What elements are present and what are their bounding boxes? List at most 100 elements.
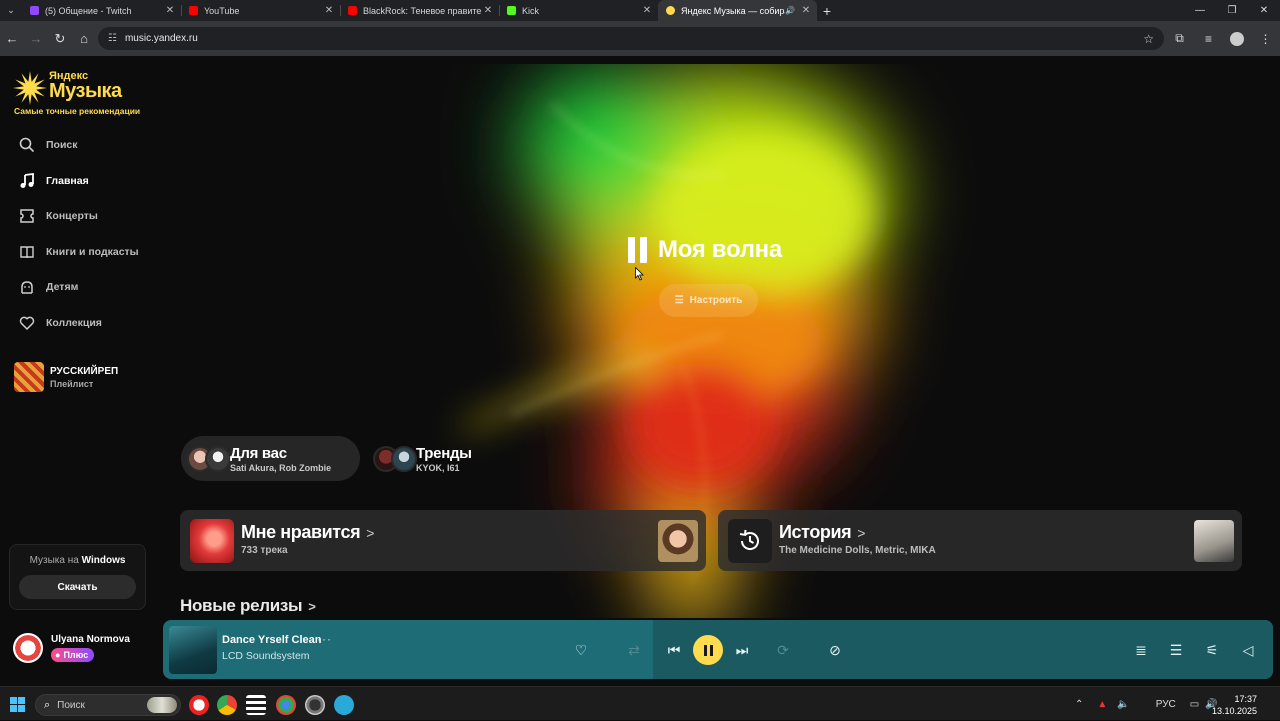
tune-wave-label: Настроить — [689, 295, 743, 306]
minimize-icon[interactable]: — — [1184, 0, 1216, 21]
repeat-icon[interactable]: ⟳ — [772, 639, 794, 661]
my-wave-play-button[interactable]: Моя волна — [628, 236, 782, 264]
tab-yandex-music[interactable]: Яндекс Музыка — собира 🔊 ✕ — [658, 0, 817, 21]
taskbar-clock[interactable]: 17:37 13.10.2025 — [1212, 693, 1257, 717]
tab-blackrock[interactable]: BlackRock: Теневое правитель ✕ — [340, 0, 499, 21]
history-card[interactable]: История > The Medicine Dolls, Metric, MIK… — [718, 510, 1242, 571]
pinned-playlist[interactable]: РУССКИЙРЕП Плейлист — [14, 362, 118, 392]
last-liked-cover — [658, 520, 698, 562]
liked-tracks-card[interactable]: Мне нравится > 733 трека — [180, 510, 706, 571]
avatar[interactable] — [13, 633, 43, 663]
mouse-cursor-icon — [635, 267, 644, 281]
shuffle-icon[interactable]: ⇄ — [623, 639, 645, 661]
taskbar-search-placeholder: Поиск — [57, 699, 85, 711]
track-artist[interactable]: LCD Soundsystem — [222, 650, 310, 662]
tab-close-icon[interactable]: ✕ — [799, 5, 813, 16]
language-indicator[interactable]: РУС — [1156, 699, 1176, 710]
chrome-active-icon[interactable] — [276, 695, 296, 715]
tray-overflow-icon[interactable]: ⌃ — [1075, 699, 1083, 710]
site-settings-icon[interactable]: ☷ — [108, 33, 117, 44]
browser-menu-icon[interactable]: ⋮ — [1251, 32, 1280, 46]
play-pause-button[interactable] — [693, 635, 723, 665]
card-subtitle: The Medicine Dolls, Metric, MIKA — [779, 545, 936, 556]
forward-icon[interactable]: → — [24, 27, 48, 51]
bookmark-star-icon[interactable]: ☆ — [1143, 32, 1154, 46]
chrome-icon[interactable] — [217, 695, 237, 715]
new-releases-heading[interactable]: Новые релизы > — [180, 596, 316, 616]
previous-track-icon[interactable]: ⏮ — [663, 639, 685, 661]
card-title: Мне нравится > — [241, 522, 374, 542]
sidebar-item-kids[interactable]: Детям — [18, 277, 78, 297]
chip-trends[interactable]: Тренды KYOK, I61 — [368, 436, 498, 481]
tab-close-icon[interactable]: ✕ — [322, 5, 336, 16]
speaker-tray-icon[interactable]: 🔈 — [1117, 699, 1129, 710]
clock-date: 13.10.2025 — [1211, 706, 1257, 716]
tab-close-icon[interactable]: ✕ — [163, 5, 177, 16]
yandex-browser-icon[interactable] — [189, 695, 209, 715]
audio-playing-icon[interactable]: 🔊 — [785, 6, 795, 15]
reload-icon[interactable]: ↻ — [48, 27, 72, 51]
tab-search-menu-icon[interactable]: ⌄ — [0, 0, 22, 21]
url-text: music.yandex.ru — [124, 33, 198, 44]
antivirus-icon[interactable]: ▲ — [1097, 699, 1107, 710]
track-cover[interactable] — [169, 626, 217, 674]
sidebar-item-collection[interactable]: Коллекция — [18, 313, 102, 333]
windows-start-icon[interactable] — [10, 697, 25, 712]
profile-avatar-icon[interactable] — [1230, 31, 1244, 46]
tab-close-icon[interactable]: ✕ — [640, 5, 654, 16]
extensions-icon[interactable]: ⧉ — [1165, 31, 1194, 46]
more-options-icon[interactable]: ··· — [317, 632, 332, 646]
search-icon — [18, 136, 36, 154]
restore-icon[interactable]: ❐ — [1216, 0, 1248, 21]
messenger-icon[interactable] — [334, 695, 354, 715]
heart-icon — [18, 314, 36, 332]
user-profile[interactable]: Ulyana Normova ● Плюс — [13, 633, 130, 663]
next-track-icon[interactable]: ⏭ — [731, 639, 753, 661]
tab-twitch[interactable]: (5) Общение - Twitch ✕ — [22, 0, 181, 21]
display-icon[interactable]: ▭ — [1190, 699, 1199, 710]
new-tab-button[interactable]: + — [817, 3, 837, 19]
yandex-music-favicon-icon — [666, 6, 675, 15]
liked-heart-cover — [190, 519, 234, 563]
tab-youtube[interactable]: YouTube ✕ — [181, 0, 340, 21]
taskbar-search-input[interactable]: ⌕ Поиск — [35, 694, 181, 716]
chip-for-you[interactable]: Для вас Sati Akura, Rob Zombie — [181, 436, 360, 481]
equalizer-settings-icon[interactable]: ⚟ — [1201, 639, 1223, 661]
download-button[interactable]: Скачать — [19, 575, 136, 599]
plus-icon: ● — [55, 649, 61, 660]
chevron-right-icon: > — [366, 525, 374, 541]
dislike-icon[interactable]: ⊘ — [824, 639, 846, 661]
obs-icon[interactable] — [305, 695, 325, 715]
media-control-icon[interactable]: ≡ — [1194, 32, 1223, 46]
sidebar-item-concerts[interactable]: Концерты — [18, 206, 98, 226]
back-icon[interactable]: ← — [0, 27, 24, 51]
download-caption: Музыка на Windows — [29, 555, 126, 566]
logo-star-icon — [13, 71, 47, 105]
system-tray: ⌃ ▲ 🔈 РУС ▭ 🔊 — [1075, 687, 1218, 721]
volume-icon[interactable]: ◁ — [1237, 639, 1259, 661]
queue-list-icon[interactable]: ☰ — [1165, 639, 1187, 661]
lyrics-icon[interactable]: ≣ — [1130, 639, 1152, 661]
yandex-music-logo[interactable]: Яндекс Музыка Самые точные рекомендации — [13, 70, 153, 120]
sidebar-item-search[interactable]: Поиск — [18, 135, 78, 155]
home-icon[interactable]: ⌂ — [72, 27, 96, 51]
history-icon — [728, 519, 772, 563]
tune-wave-button[interactable]: ☰ Настроить — [659, 284, 758, 317]
like-heart-icon[interactable]: ♡ — [570, 639, 592, 661]
card-subtitle: 733 трека — [241, 545, 288, 556]
main-content: Моя волна ☰ Настроить Для вас Sati Akura… — [162, 64, 1280, 618]
track-title[interactable]: Dance Yrself Clean — [222, 634, 321, 646]
address-bar[interactable]: ☷ music.yandex.ru ☆ — [98, 27, 1164, 50]
user-name: Ulyana Normova — [51, 633, 130, 645]
sidebar-item-home[interactable]: Главная — [18, 171, 89, 191]
ticket-icon — [18, 207, 36, 225]
toolbar-actions: ⧉ ≡ ⋮ — [1165, 21, 1280, 56]
chip-avatars — [373, 445, 417, 472]
window-controls: — ❐ ✕ — [1184, 0, 1280, 21]
clock-time: 17:37 — [1234, 694, 1257, 704]
close-window-icon[interactable]: ✕ — [1248, 0, 1280, 21]
tab-kick[interactable]: Kick ✕ — [499, 0, 658, 21]
tab-close-icon[interactable]: ✕ — [481, 5, 495, 16]
app-stack-icon[interactable] — [246, 695, 266, 715]
sidebar-item-books[interactable]: Книги и подкасты — [18, 242, 139, 262]
